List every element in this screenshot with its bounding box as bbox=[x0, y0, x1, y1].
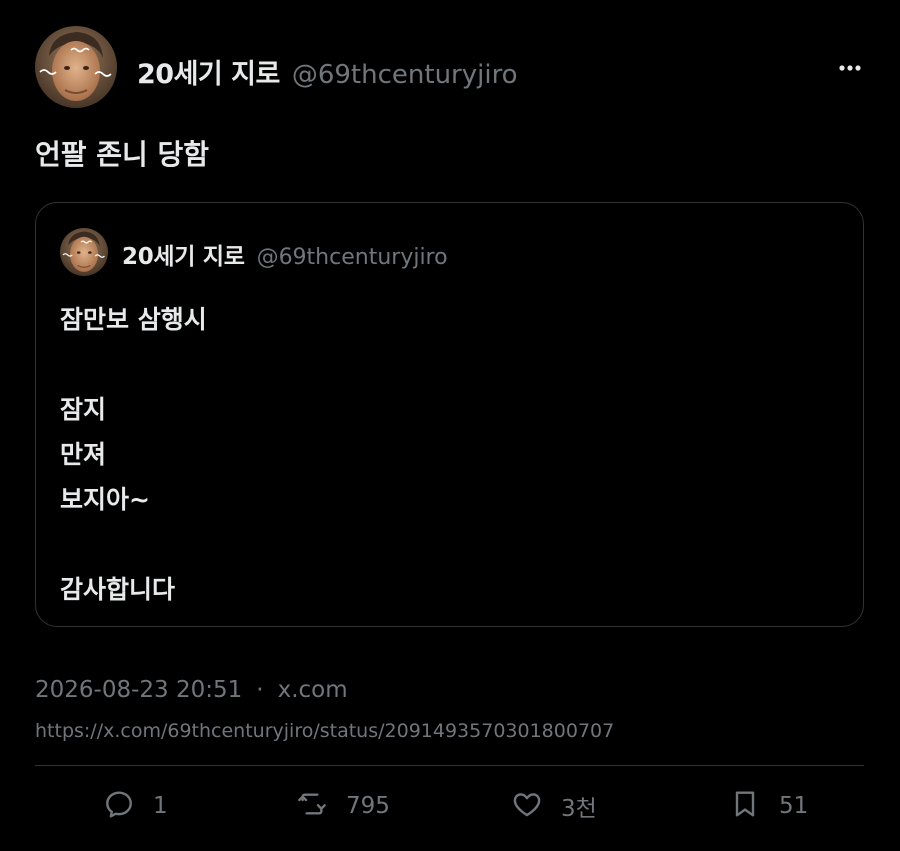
quoted-tweet-text: 잠만보 삼행시 잠지 만져 보지아~ 감사합니다 bbox=[60, 297, 207, 612]
quoted-text-line: 보지아~ bbox=[60, 485, 150, 514]
quoted-author-handle: @69thcenturyjiro bbox=[256, 245, 448, 270]
bookmark-button[interactable]: 51 bbox=[729, 784, 808, 828]
quoted-tweet[interactable]: 20세기 지로 @69thcenturyjiro 잠만보 삼행시 잠지 만져 보… bbox=[35, 202, 864, 627]
retweet-count: 795 bbox=[346, 793, 390, 819]
quoted-author-avatar bbox=[60, 228, 108, 276]
like-button[interactable]: 3천 bbox=[511, 784, 597, 828]
heart-icon bbox=[511, 788, 543, 824]
quoted-text-line: 감사합니다 bbox=[60, 575, 176, 604]
tweet-text: 언팔 존니 당함 bbox=[35, 138, 210, 171]
reply-button[interactable]: 1 bbox=[103, 784, 168, 828]
author-info[interactable]: 20세기 지로 @69thcenturyjiro bbox=[137, 52, 518, 90]
meta-separator: · bbox=[256, 677, 264, 703]
bookmark-count: 51 bbox=[779, 793, 809, 819]
retweet-button[interactable]: 795 bbox=[296, 784, 390, 828]
retweet-icon bbox=[296, 788, 328, 824]
quoted-author-info: 20세기 지로 @69thcenturyjiro bbox=[122, 237, 448, 271]
like-count: 3천 bbox=[561, 796, 597, 822]
divider bbox=[35, 765, 864, 766]
reply-count: 1 bbox=[153, 793, 168, 819]
quoted-author-name: 20세기 지로 bbox=[122, 244, 245, 270]
quoted-text-line: 잠만보 삼행시 bbox=[60, 305, 207, 334]
source-label: x.com bbox=[277, 677, 348, 703]
tweet-header: 20세기 지로 @69thcenturyjiro bbox=[35, 26, 865, 110]
author-handle[interactable]: @69thcenturyjiro bbox=[292, 60, 518, 90]
bookmark-icon bbox=[729, 788, 761, 824]
quoted-text-blank-line bbox=[60, 342, 207, 387]
tweet-meta: 2026-08-23 20:51 · x.com bbox=[35, 677, 348, 703]
timestamp[interactable]: 2026-08-23 20:51 bbox=[35, 677, 242, 703]
reply-icon bbox=[103, 788, 135, 824]
quoted-text-blank-line bbox=[60, 522, 207, 567]
more-horizontal-icon[interactable] bbox=[835, 56, 865, 80]
quoted-text-line: 만져 bbox=[60, 440, 107, 469]
author-avatar[interactable] bbox=[35, 26, 117, 108]
quoted-text-line: 잠지 bbox=[60, 395, 107, 424]
author-name[interactable]: 20세기 지로 bbox=[137, 52, 280, 91]
tweet-url[interactable]: https://x.com/69thcenturyjiro/status/209… bbox=[35, 720, 614, 742]
action-bar: 1 795 3천 51 bbox=[0, 784, 900, 828]
